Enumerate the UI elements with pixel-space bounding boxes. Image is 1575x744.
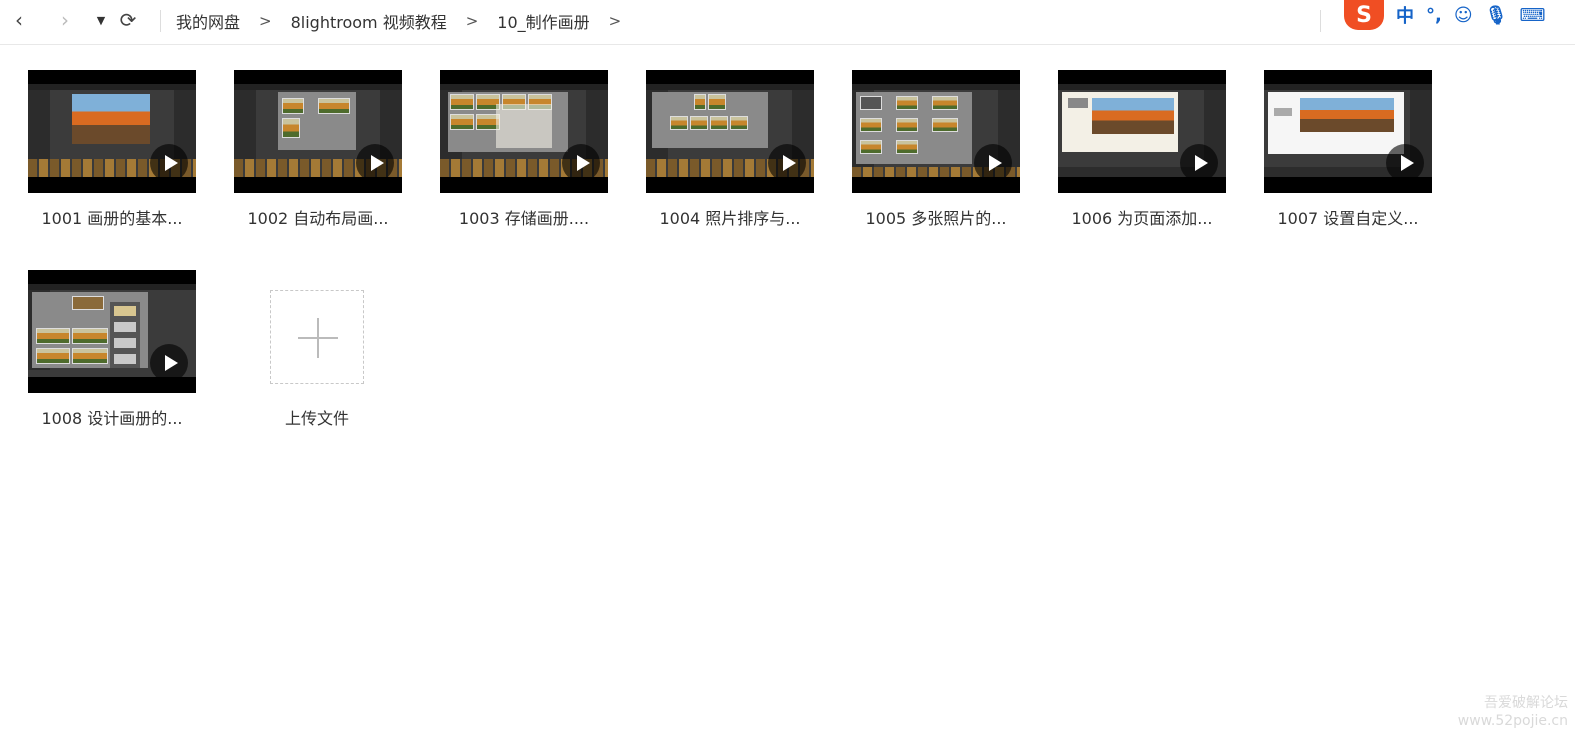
breadcrumb: 我的网盘 > 8lightroom 视频教程 > 10_制作画册 >	[176, 10, 640, 32]
breadcrumb-separator[interactable]: >	[609, 12, 622, 30]
upload-label[interactable]: 上传文件	[247, 405, 387, 429]
play-icon	[974, 144, 1012, 182]
refresh-icon: ⟳	[119, 8, 137, 32]
divider	[1320, 10, 1321, 32]
refresh-button[interactable]: ⟳	[118, 8, 138, 32]
file-name[interactable]: 1005 多张照片的...	[842, 205, 1030, 229]
video-thumbnail[interactable]	[1058, 70, 1226, 193]
ime-toolbar: S 中 °, ☺ 🎙 ⌨	[1344, 0, 1575, 30]
divider	[160, 10, 161, 32]
emoji-icon[interactable]: ☺	[1454, 5, 1473, 26]
file-name[interactable]: 1007 设置自定义...	[1254, 205, 1442, 229]
file-name[interactable]: 1006 为页面添加...	[1048, 205, 1236, 229]
breadcrumb-item-root[interactable]: 我的网盘	[176, 9, 240, 33]
ime-punctuation-toggle[interactable]: °,	[1426, 5, 1442, 26]
play-icon	[150, 144, 188, 182]
video-thumbnail[interactable]	[440, 70, 608, 193]
file-name[interactable]: 1008 设计画册的...	[18, 405, 206, 429]
file-name[interactable]: 1001 画册的基本...	[18, 205, 206, 229]
breadcrumb-item-lightroom[interactable]: 8lightroom 视频教程	[291, 9, 447, 33]
breadcrumb-item-current[interactable]: 10_制作画册	[497, 9, 589, 33]
keyboard-icon[interactable]: ⌨	[1519, 5, 1545, 26]
file-name[interactable]: 1002 自动布局画...	[224, 205, 412, 229]
play-icon	[150, 344, 188, 382]
play-icon	[356, 144, 394, 182]
upload-button[interactable]	[270, 290, 364, 384]
play-icon	[562, 144, 600, 182]
watermark-title: 吾爱破解论坛	[1484, 695, 1568, 711]
watermark-url: www.52pojie.cn	[1457, 713, 1568, 729]
history-dropdown-button[interactable]: ▼	[91, 8, 111, 32]
sogou-logo-icon[interactable]: S	[1344, 0, 1384, 30]
file-name[interactable]: 1004 照片排序与...	[636, 205, 824, 229]
play-icon	[1386, 144, 1424, 182]
video-thumbnail[interactable]	[646, 70, 814, 193]
video-thumbnail[interactable]	[28, 270, 196, 393]
microphone-icon[interactable]: 🎙	[1485, 5, 1508, 26]
watermark: 吾爱破解论坛 www.52pojie.cn	[1448, 694, 1568, 730]
video-thumbnail[interactable]	[28, 70, 196, 193]
chevron-left-icon: ‹	[15, 8, 23, 32]
plus-icon	[317, 318, 319, 358]
forward-button[interactable]: ›	[55, 8, 75, 32]
caret-down-icon: ▼	[96, 13, 106, 27]
file-name[interactable]: 1003 存储画册....	[430, 205, 618, 229]
play-icon	[1180, 144, 1218, 182]
breadcrumb-separator: >	[465, 12, 479, 30]
chevron-right-icon: ›	[61, 8, 69, 32]
back-button[interactable]: ‹	[9, 8, 29, 32]
video-thumbnail[interactable]	[234, 70, 402, 193]
ime-mode-toggle[interactable]: 中	[1396, 2, 1414, 28]
toolbar: ‹ › ▼ ⟳ 我的网盘 > 8lightroom 视频教程 > 10_制作画册…	[0, 0, 1575, 45]
video-thumbnail[interactable]	[852, 70, 1020, 193]
breadcrumb-separator: >	[259, 12, 272, 30]
play-icon	[768, 144, 806, 182]
video-thumbnail[interactable]	[1264, 70, 1432, 193]
